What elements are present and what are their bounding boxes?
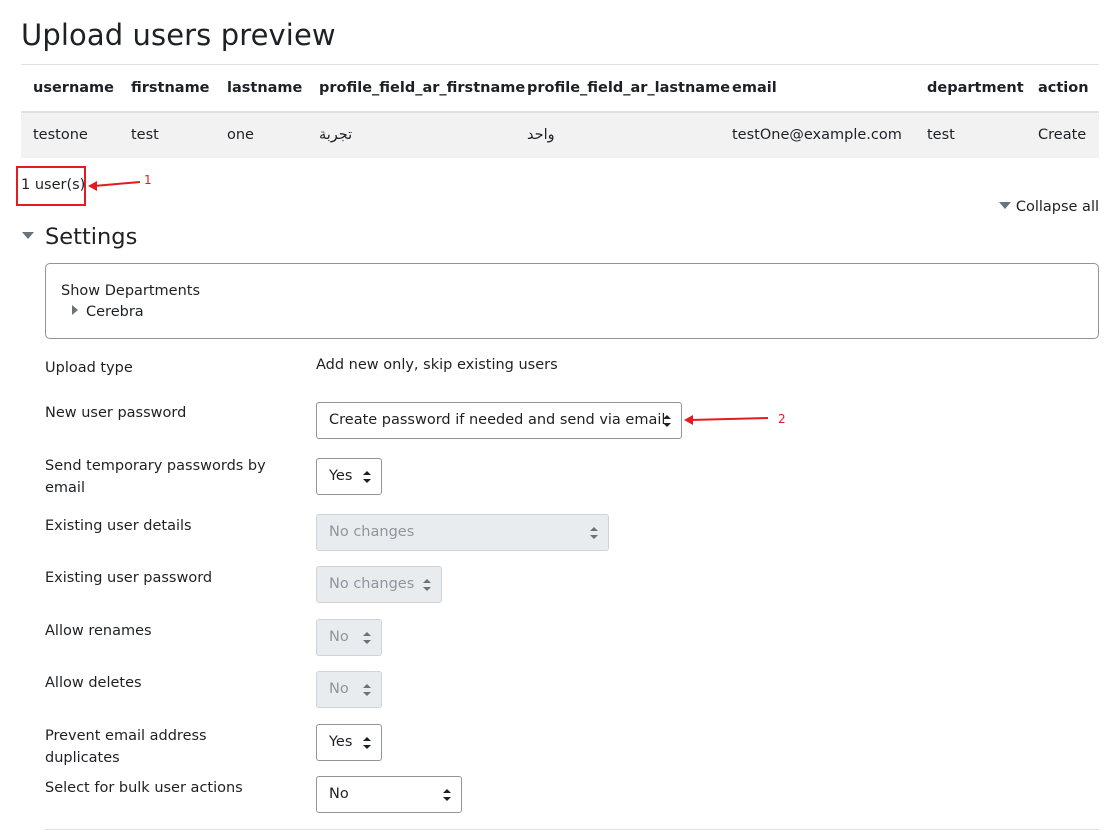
select-bulk-select[interactable]: No — [316, 776, 462, 813]
settings-section-header[interactable]: Settings — [22, 224, 137, 250]
column-header-department: department — [927, 79, 1024, 96]
bottom-divider — [45, 829, 1099, 830]
column-header-ar-firstname: profile_field_ar_firstname — [319, 79, 526, 96]
allow-renames-select: No — [316, 619, 382, 656]
cell-username: testone — [33, 127, 88, 143]
send-temp-passwords-select[interactable]: Yes — [316, 458, 382, 495]
annotation-marker-2: 2 — [778, 412, 786, 426]
existing-user-password-value: No changes — [329, 576, 415, 592]
allow-renames-value: No — [329, 629, 349, 645]
cell-department: test — [927, 127, 955, 143]
table-header-row: username firstname lastname profile_fiel… — [21, 64, 1099, 112]
select-arrows-icon — [663, 415, 671, 427]
select-bulk-value: No — [329, 786, 349, 802]
existing-user-password-label: Existing user password — [45, 570, 213, 586]
column-header-ar-lastname: profile_field_ar_lastname — [527, 79, 731, 96]
cell-ar-lastname: واحد — [527, 127, 555, 143]
column-header-firstname: firstname — [131, 79, 210, 96]
upload-type-value: Add new only, skip existing users — [316, 357, 558, 373]
select-arrows-icon — [590, 527, 598, 539]
allow-deletes-label: Allow deletes — [45, 675, 142, 691]
select-arrows-icon — [363, 737, 371, 749]
allow-deletes-select: No — [316, 671, 382, 708]
table-row: testone test one تجربة واحد testOne@exam… — [21, 111, 1099, 158]
prevent-email-duplicates-select[interactable]: Yes — [316, 724, 382, 761]
cell-lastname: one — [227, 127, 254, 143]
allow-deletes-value: No — [329, 681, 349, 697]
column-header-username: username — [33, 79, 114, 96]
prevent-email-duplicates-value: Yes — [329, 734, 353, 750]
tree-expand-icon[interactable] — [72, 305, 78, 315]
annotation-arrow-1 — [88, 181, 141, 191]
annotation-marker-1: 1 — [144, 173, 152, 187]
annotation-highlight-box — [16, 166, 86, 206]
annotation-arrow-2 — [684, 415, 769, 425]
show-departments-label: Show Departments — [61, 283, 201, 299]
chevron-down-icon — [22, 232, 34, 239]
existing-user-details-select: No changes — [316, 514, 609, 551]
select-arrows-icon — [363, 632, 371, 644]
departments-tree-box: Show Departments Cerebra — [45, 263, 1099, 339]
cell-action: Create — [1038, 127, 1087, 143]
send-temp-passwords-label: Send temporary passwords by email — [45, 458, 266, 496]
select-arrows-icon — [423, 579, 431, 591]
settings-heading: Settings — [45, 224, 138, 250]
collapse-all-link[interactable]: Collapse all — [998, 199, 1099, 215]
cell-firstname: test — [131, 127, 159, 143]
page-title: Upload users preview — [21, 18, 336, 52]
users-preview-table-wrap: username firstname lastname profile_fiel… — [21, 64, 1099, 158]
users-preview-table: username firstname lastname profile_fiel… — [21, 64, 1099, 158]
cell-email: testOne@example.com — [732, 127, 902, 143]
cell-ar-firstname: تجربة — [319, 127, 353, 143]
collapse-all-label: Collapse all — [1015, 199, 1099, 215]
collapse-caret-icon — [998, 202, 1011, 209]
new-user-password-value: Create password if needed and send via e… — [329, 412, 666, 428]
column-header-lastname: lastname — [227, 79, 303, 96]
select-bulk-label: Select for bulk user actions — [45, 780, 243, 796]
upload-type-label: Upload type — [45, 360, 133, 376]
new-user-password-select[interactable]: Create password if needed and send via e… — [316, 402, 682, 439]
existing-user-details-value: No changes — [329, 524, 415, 540]
select-arrows-icon — [363, 684, 371, 696]
column-header-action: action — [1038, 79, 1089, 96]
select-arrows-icon — [363, 471, 371, 483]
select-arrows-icon — [443, 789, 451, 801]
tree-node-cerebra[interactable]: Cerebra — [86, 304, 144, 320]
send-temp-passwords-value: Yes — [329, 468, 353, 484]
new-user-password-label: New user password — [45, 405, 187, 421]
prevent-email-duplicates-label: Prevent email address duplicates — [45, 728, 207, 766]
column-header-email: email — [732, 79, 777, 96]
existing-user-details-label: Existing user details — [45, 518, 192, 534]
allow-renames-label: Allow renames — [45, 623, 152, 639]
existing-user-password-select: No changes — [316, 566, 442, 603]
